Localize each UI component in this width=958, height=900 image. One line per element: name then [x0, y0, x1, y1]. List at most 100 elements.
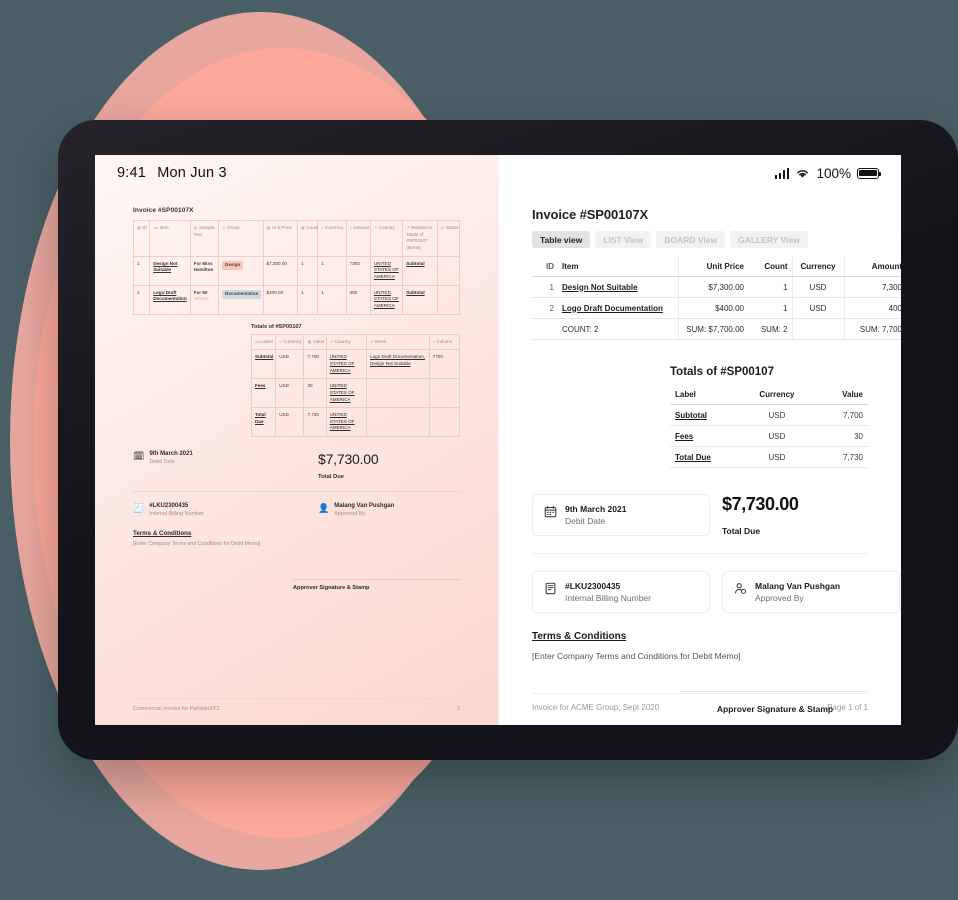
tab-board-view[interactable]: BOARD View: [656, 231, 726, 248]
left-col-country: ↗ Country: [369, 220, 404, 257]
left-cell-status: [436, 255, 461, 286]
summary-sum-currency: [791, 318, 844, 340]
left-totals-table: Aa Label ⌕ Currency ▦ Value ↗ Country ↗ Items…: [250, 333, 461, 438]
right-totals-table: Label Currency Value Subtotal USD 7,700 …: [670, 384, 868, 468]
left-tot-country: UNITED STATES OF AMERICA: [325, 378, 368, 409]
right-cell-item[interactable]: Design Not Suitable: [558, 276, 678, 298]
link-icon: ↗: [370, 338, 374, 344]
left-col-sample-text: ▤ Sample Text: [189, 220, 220, 257]
left-debit-date-card: 🗓 9th March 2021 Debit Date: [133, 451, 318, 465]
right-col-item: Item: [558, 256, 678, 277]
right-cell-amount: 7,300: [843, 276, 901, 298]
sigma-icon: Σ: [349, 225, 353, 230]
left-tot-items: [366, 407, 430, 438]
left-tot-value: 7,700: [303, 349, 327, 380]
tab-table-view[interactable]: Table view: [532, 231, 591, 248]
screenshot-stage: 9:41 Mon Jun 3 100% Invoice #SP00107X ▦ …: [0, 0, 958, 900]
summary-row: COUNT: 2 SUM: $7,700.00 SUM: 2 SUM: 7,70…: [532, 318, 901, 340]
search-icon: ⌕: [432, 338, 435, 344]
right-debit-date-label: Debit Date: [565, 516, 606, 526]
right-totals-header-row: Label Currency Value: [670, 384, 868, 405]
left-col-amount: Σ Amount: [345, 220, 371, 257]
left-cell-currency: 1: [317, 284, 347, 315]
left-tot-currency: USD: [275, 349, 305, 380]
link-icon: ↗: [406, 225, 410, 230]
table-row: Fees USD 30 UNITED STATES OF AMERICA: [250, 378, 461, 409]
search-icon: ⌕: [321, 225, 324, 230]
left-tot-currency: USD: [275, 378, 305, 409]
link-icon: ↗: [329, 338, 334, 344]
divider: [133, 491, 460, 493]
page-title: Invoice #SP00107X: [532, 207, 649, 222]
left-tot-column: [428, 378, 461, 409]
right-tot-value: 7,730: [808, 446, 868, 468]
tablet-screen: 9:41 Mon Jun 3 100% Invoice #SP00107X ▦ …: [95, 155, 901, 725]
left-tot-items: [366, 378, 430, 409]
left-total-due-label: Total Due: [318, 474, 344, 481]
right-tot-label[interactable]: Fees: [670, 425, 746, 447]
right-billing-value: #LKU2300435: [565, 581, 621, 591]
table-row: 2 Logo Draft Documentation $400.00 1 USD…: [532, 297, 901, 319]
left-tot-label: Subtotal: [250, 349, 277, 380]
table-row: 1 Design Not Suitable For Miss Hamilton …: [132, 255, 461, 286]
right-tot-currency: USD: [745, 446, 809, 468]
left-cell-sample: For Miss Hamilton: [189, 255, 220, 286]
left-cell-count: 1: [296, 255, 319, 286]
tab-list-view[interactable]: LIST View: [595, 231, 652, 248]
left-cell-amount: 7300: [345, 255, 371, 286]
receipt-icon: [545, 582, 556, 595]
status-icon: ◎: [440, 225, 445, 230]
right-cell-amount: 400: [843, 297, 901, 319]
view-tabs: Table view LIST View BOARD View GALLERY …: [532, 231, 868, 248]
right-approver-value: Malang Van Pushgan: [755, 581, 841, 591]
table-row: Subtotal USD 7,700: [670, 404, 868, 426]
left-col-currency: ⌕ Currency: [317, 220, 347, 257]
right-tot-col-currency: Currency: [745, 384, 809, 405]
receipt-icon: 🧾: [133, 503, 145, 514]
person-check-icon: [735, 583, 746, 594]
left-cell-item: Design Not Suitable: [149, 255, 191, 286]
left-tot-col-value: ▦ Value: [303, 333, 327, 351]
left-col-id: ▦ ID: [132, 220, 151, 257]
left-debit-date-value: 9th March 2021: [149, 451, 193, 458]
left-col-status: ◎ Status: [436, 220, 461, 257]
hash-icon: ▦: [300, 225, 305, 230]
right-tot-value: 30: [808, 425, 868, 447]
right-debit-date-value: 9th March 2021: [565, 504, 627, 514]
summary-spacer: [532, 318, 558, 340]
left-col-unit-price: ▦ Unit Price: [262, 220, 298, 257]
left-table-title: Invoice #SP00107X: [133, 207, 194, 214]
right-cell-count: 1: [748, 297, 792, 319]
left-cell-amount: 400: [345, 284, 371, 315]
right-table-header-row: ID Item Unit Price Count Currency Amount: [532, 256, 901, 277]
summary-sum-unit-price: SUM: $7,700.00: [677, 318, 748, 340]
right-invoice-table: ID Item Unit Price Count Currency Amount…: [532, 256, 901, 340]
left-cell-related: Subtotal: [402, 284, 438, 315]
right-tot-currency: USD: [745, 425, 809, 447]
left-cell-currency: 1: [317, 255, 347, 286]
left-cell-id: 1: [132, 255, 151, 286]
right-tot-label[interactable]: Subtotal: [670, 404, 746, 426]
left-cell-unit-price: $400.00: [262, 284, 298, 315]
person-check-icon: 👤: [318, 503, 330, 514]
left-tot-col-items: ↗ Items: [366, 333, 430, 351]
hash-icon: ▦: [137, 225, 141, 230]
left-cell-country: UNITED STATES OF AMERICA: [369, 255, 404, 286]
left-col-count: ▦ Count: [296, 220, 319, 257]
right-cell-unit-price: $7,300.00: [677, 276, 748, 298]
tab-gallery-view[interactable]: GALLERY View: [730, 231, 808, 248]
left-cell-group: Design: [218, 255, 264, 286]
left-total-due-block: $7,730.00 Total Due: [318, 451, 379, 481]
right-cell-item[interactable]: Logo Draft Documentation: [558, 297, 678, 319]
right-cell-currency: USD: [791, 276, 844, 298]
left-tot-col-currency: ⌕ Currency: [275, 333, 305, 351]
left-detail-cards: 🗓 9th March 2021 Debit Date $7,730.00 To…: [133, 451, 460, 591]
right-tot-label[interactable]: Total Due: [670, 446, 746, 468]
table-row: Total Due USD 7,730: [670, 446, 868, 468]
right-approver-label: Approved By: [755, 593, 804, 603]
left-cell-unit-price: $7,300.00: [262, 255, 298, 286]
left-table-header-row: ▦ ID Aa Item ▤ Sample Text ◎ Group ▦ Unit Pri…: [132, 220, 461, 257]
currency-icon: ▦: [266, 225, 271, 230]
right-totals-section: Totals of #SP00107 Label Currency Value …: [532, 366, 868, 468]
summary-sum-count: SUM: 2: [748, 318, 792, 340]
